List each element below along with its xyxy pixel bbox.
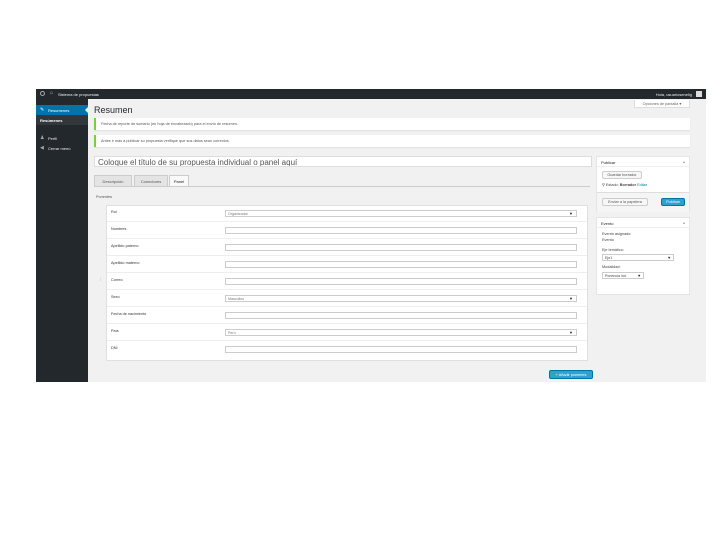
admin-sidebar: ✎ Resumenes Resúmenes ♟ Perfil ◀ Cerrar … bbox=[36, 99, 88, 382]
status-line: ⚲ Estado: Borrador Editar bbox=[602, 182, 647, 187]
sexo-select[interactable]: Masculino ▼ bbox=[225, 295, 577, 302]
field-row-apellido-materno: Apellido materno bbox=[107, 256, 587, 273]
event-box-title: Evento bbox=[601, 220, 614, 226]
publish-box: Publicar ▴ Guardar borrador ⚲ Estado: Bo… bbox=[596, 156, 690, 212]
theme-label: Eje temático: bbox=[602, 248, 624, 252]
field-label: DNI bbox=[111, 346, 118, 350]
publish-box-title: Publicar bbox=[601, 159, 616, 165]
publish-actions: Enviar a la papelera Publicar bbox=[597, 192, 689, 212]
toggle-arrow-icon[interactable]: ▴ bbox=[683, 220, 685, 225]
screen-options-button[interactable]: Opciones de pantalla ▾ bbox=[634, 100, 690, 108]
field-label: Correo bbox=[111, 278, 123, 282]
event-value: Evento bbox=[602, 238, 614, 242]
modality-label: Modalidad: bbox=[602, 265, 621, 269]
correo-input[interactable] bbox=[225, 278, 577, 285]
select-value: Perú bbox=[228, 331, 236, 335]
field-row-apellido-paterno: Apellido paterno bbox=[107, 239, 587, 256]
field-label: Rol bbox=[111, 210, 117, 214]
main-content: Opciones de pantalla ▾ Resumen Fecha de … bbox=[88, 99, 706, 382]
status-value: Borrador bbox=[619, 183, 637, 187]
sidebar-item-collapse[interactable]: ◀ Cerrar menú bbox=[36, 143, 88, 153]
notice-message: Antes ir más a publicar su propuesta ver… bbox=[94, 135, 690, 147]
caret-down-icon: ▼ bbox=[667, 256, 671, 260]
field-label: Apellido materno bbox=[111, 261, 140, 265]
select-value: Eje1 bbox=[605, 256, 613, 260]
field-row-fecha-nacimiento: Fecha de nacimiento bbox=[107, 307, 587, 324]
collapse-icon: ◀ bbox=[40, 144, 44, 151]
publish-button[interactable]: Publicar bbox=[661, 198, 685, 206]
caret-down-icon: ▼ bbox=[569, 211, 573, 216]
select-value: Ponencia ind. bbox=[605, 274, 627, 278]
dni-input[interactable] bbox=[225, 346, 577, 353]
field-label: Fecha de nacimiento bbox=[111, 312, 147, 316]
caret-down-icon: ▼ bbox=[569, 296, 573, 301]
title-input[interactable]: Coloque el título de su propuesta indivi… bbox=[94, 156, 592, 167]
site-name-link[interactable]: Sistema de propuestas bbox=[58, 92, 99, 97]
pin-icon: ✎ bbox=[40, 106, 45, 113]
apellido-paterno-input[interactable] bbox=[225, 244, 577, 251]
page-title: Resumen bbox=[94, 105, 133, 115]
home-icon[interactable]: ⌂ bbox=[50, 90, 53, 96]
field-label: País bbox=[111, 329, 119, 333]
status-label: Estado: bbox=[605, 183, 619, 187]
sidebar-item-label: Resumenes bbox=[48, 108, 70, 113]
sidebar-subitem-resumenes[interactable]: Resúmenes bbox=[36, 115, 88, 125]
user-icon: ♟ bbox=[40, 134, 45, 141]
field-row-nombres: Nombres bbox=[107, 222, 587, 239]
wordpress-logo-icon[interactable] bbox=[40, 91, 45, 96]
sidebar-item-resumenes[interactable]: ✎ Resumenes bbox=[36, 105, 88, 115]
screenshot-frame: ⌂ Sistema de propuestas Hola, usuariosen… bbox=[36, 89, 706, 382]
toggle-arrow-icon[interactable]: ▴ bbox=[683, 159, 685, 164]
publish-box-header[interactable]: Publicar ▴ bbox=[597, 157, 689, 167]
field-label: Apellido paterno bbox=[111, 244, 139, 248]
field-label: Nombres bbox=[111, 227, 127, 231]
event-box-header[interactable]: Evento ▴ bbox=[597, 218, 689, 228]
theme-select[interactable]: Eje1 ▼ bbox=[602, 254, 674, 261]
trash-button[interactable]: Enviar a la papelera bbox=[602, 198, 648, 206]
event-box: Evento ▴ Evento asignado: Evento Eje tem… bbox=[596, 217, 690, 295]
add-ponentes-button[interactable]: + Añadir ponentes bbox=[549, 370, 593, 379]
field-row-pais: País Perú ▼ bbox=[107, 324, 587, 341]
sidebar-item-label: Resúmenes bbox=[40, 118, 63, 123]
field-label: Sexo bbox=[111, 295, 120, 299]
event-label: Evento asignado: bbox=[602, 232, 632, 236]
drag-handle-icon[interactable]: ⁝ bbox=[100, 277, 102, 283]
tab-divider bbox=[94, 186, 590, 187]
field-row-sexo: Sexo Masculino ▼ bbox=[107, 290, 587, 307]
nombres-input[interactable] bbox=[225, 227, 577, 234]
select-value: Masculino bbox=[228, 297, 245, 301]
notice-message: Fecha de reporte de sumario (en hoja de … bbox=[94, 118, 690, 130]
sidebar-item-label: Perfil bbox=[48, 136, 58, 141]
sidebar-item-perfil[interactable]: ♟ Perfil bbox=[36, 133, 88, 143]
modality-select[interactable]: Ponencia ind. ▼ bbox=[602, 272, 644, 279]
avatar[interactable] bbox=[696, 91, 702, 97]
tab-conectores[interactable]: Conectores bbox=[134, 175, 168, 186]
field-row-dni: DNI bbox=[107, 341, 587, 358]
caret-down-icon: ▼ bbox=[569, 330, 573, 335]
save-draft-button[interactable]: Guardar borrador bbox=[602, 171, 642, 179]
fecha-nacimiento-input[interactable] bbox=[225, 312, 577, 319]
rol-select[interactable]: Organizador ▼ bbox=[225, 210, 577, 217]
key-icon: ⚲ bbox=[602, 183, 605, 187]
select-value: Organizador bbox=[228, 212, 248, 216]
caret-down-icon: ▼ bbox=[637, 274, 641, 278]
pais-select[interactable]: Perú ▼ bbox=[225, 329, 577, 336]
apellido-materno-input[interactable] bbox=[225, 261, 577, 268]
user-greeting[interactable]: Hola, usuariosenelig bbox=[656, 92, 692, 97]
section-label: Ponentes bbox=[96, 195, 113, 199]
tab-descripcion[interactable]: Descripción bbox=[94, 175, 132, 186]
field-row-correo: Correo bbox=[107, 273, 587, 290]
edit-status-link[interactable]: Editar bbox=[637, 183, 647, 187]
admin-bar: ⌂ Sistema de propuestas Hola, usuariosen… bbox=[36, 89, 706, 99]
field-row-rol: Rol Organizador ▼ bbox=[107, 205, 587, 222]
sidebar-item-label: Cerrar menú bbox=[48, 146, 71, 151]
